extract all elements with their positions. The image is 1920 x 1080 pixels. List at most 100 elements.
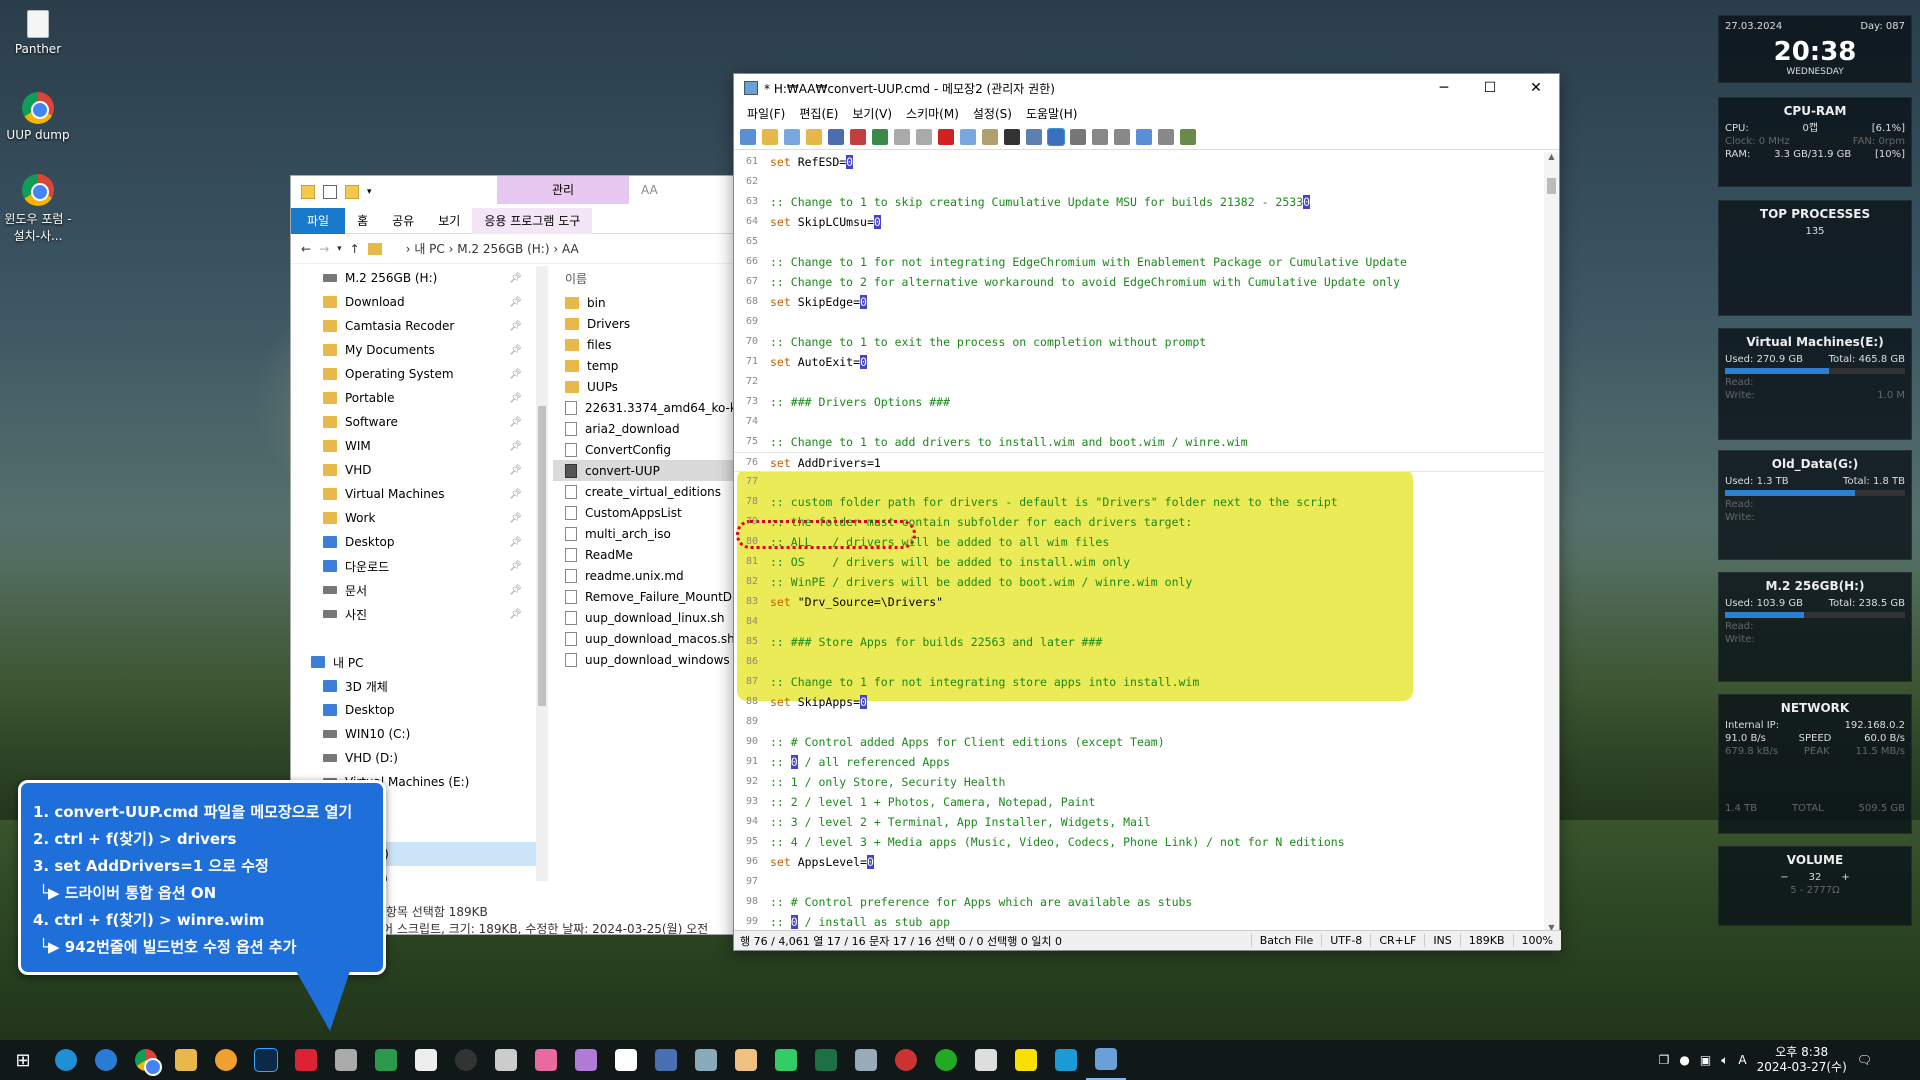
code-line[interactable]: 92:: 1 / only Store, Security Health — [734, 772, 1546, 792]
maximize-button[interactable]: ☐ — [1467, 74, 1513, 102]
code-line[interactable]: 89 — [734, 712, 1546, 732]
taskbar-app-icon[interactable] — [846, 1040, 886, 1080]
save-icon[interactable] — [828, 128, 844, 145]
volume-down-button[interactable]: − — [1780, 871, 1788, 884]
code-line[interactable]: 87:: Change to 1 for not integrating sto… — [734, 672, 1546, 692]
nav-item[interactable]: Download 📌︎ — [291, 290, 536, 314]
properties-icon[interactable] — [323, 185, 337, 199]
file-list-item[interactable]: uup_download_windows — [553, 649, 734, 670]
tab-share[interactable]: 공유 — [380, 212, 426, 229]
close-button[interactable]: ✕ — [1513, 74, 1559, 102]
text-editor[interactable]: 61 set RefESD=0 62 63:: Change to 1 to skip… — [734, 152, 1546, 932]
file-list-item[interactable]: temp — [553, 355, 734, 376]
taskbar-excel-icon[interactable] — [806, 1040, 846, 1080]
nav-item[interactable]: WIM 📌︎ — [291, 434, 536, 458]
file-list-item[interactable]: Remove_Failure_MountDir — [553, 586, 734, 607]
code-line[interactable]: 94:: 3 / level 2 + Terminal, App Install… — [734, 812, 1546, 832]
scheme-icon[interactable] — [1136, 128, 1152, 145]
file-list-item[interactable]: CustomAppsList — [553, 502, 734, 523]
nav-item[interactable]: VHD (D:) — [291, 746, 536, 770]
code-line[interactable]: 66:: Change to 1 for not integrating Edg… — [734, 252, 1546, 272]
desktop-icon-panther[interactable]: Panther — [0, 10, 76, 56]
new-file-icon[interactable] — [740, 128, 756, 145]
code-line[interactable]: 93:: 2 / level 1 + Photos, Camera, Notep… — [734, 792, 1546, 812]
scroll-thumb[interactable] — [538, 406, 546, 706]
editor-scrollbar[interactable]: ▲ ▼ — [1544, 152, 1559, 932]
code-line[interactable]: 67:: Change to 2 for alternative workaro… — [734, 272, 1546, 292]
exit-icon[interactable] — [1180, 128, 1196, 145]
code-line[interactable]: 85:: ### Store Apps for builds 22563 and… — [734, 632, 1546, 652]
taskbar-app-icon[interactable] — [486, 1040, 526, 1080]
tray-icon[interactable]: ● — [1679, 1053, 1689, 1067]
taskbar-app-icon[interactable] — [326, 1040, 366, 1080]
tab-home[interactable]: 홈 — [345, 212, 380, 229]
menu-settings[interactable]: 설정(S) — [966, 105, 1019, 122]
file-list-item[interactable]: uup_download_linux.sh — [553, 607, 734, 628]
code-line[interactable]: 81:: OS / drivers will be added to insta… — [734, 552, 1546, 572]
up-arrow-icon[interactable]: ↑ — [350, 242, 360, 256]
taskbar-app-icon[interactable] — [926, 1040, 966, 1080]
taskbar-app-icon[interactable] — [606, 1040, 646, 1080]
taskbar-edge-icon[interactable] — [46, 1040, 86, 1080]
nav-item[interactable]: 문서 📌︎ — [291, 578, 536, 602]
scroll-thumb[interactable] — [1547, 178, 1556, 194]
scroll-up-icon[interactable]: ▲ — [1544, 152, 1559, 161]
taskbar-app-icon[interactable] — [966, 1040, 1006, 1080]
minimize-button[interactable]: ─ — [1421, 74, 1467, 102]
undo-icon[interactable] — [872, 128, 888, 145]
nav-scrollbar[interactable] — [536, 266, 548, 881]
file-list-item[interactable]: files — [553, 334, 734, 355]
nav-item[interactable]: 다운로드 📌︎ — [291, 554, 536, 578]
file-list-item[interactable]: create_virtual_editions — [553, 481, 734, 502]
code-line[interactable]: 68 set SkipEdge=0 — [734, 292, 1546, 312]
forward-arrow-icon[interactable]: → — [319, 242, 329, 256]
browse-icon[interactable] — [784, 128, 800, 145]
code-line[interactable]: 80:: ALL / drivers will be added to all … — [734, 532, 1546, 552]
taskbar-app-icon[interactable] — [206, 1040, 246, 1080]
paste-icon[interactable] — [982, 128, 998, 145]
back-arrow-icon[interactable]: ← — [301, 242, 311, 256]
code-line[interactable]: 86 — [734, 652, 1546, 672]
taskbar-ie-icon[interactable] — [86, 1040, 126, 1080]
notification-icon[interactable]: 🗨︎ — [1857, 1053, 1872, 1067]
code-line[interactable]: 97 — [734, 872, 1546, 892]
nav-item[interactable]: 내 PC — [291, 650, 536, 674]
code-line[interactable]: 62 — [734, 172, 1546, 192]
file-list-item[interactable]: 22631.3374_amd64_ko-kr — [553, 397, 734, 418]
nav-item[interactable]: Work 📌︎ — [291, 506, 536, 530]
chevron-down-icon[interactable]: ▾ — [367, 187, 372, 197]
nav-item[interactable]: M.2 256GB (H:) 📌︎ — [291, 266, 536, 290]
taskbar-kakaotalk-icon[interactable] — [1006, 1040, 1046, 1080]
volume-up-button[interactable]: + — [1841, 871, 1849, 884]
taskbar-camtasia-icon[interactable] — [406, 1040, 446, 1080]
file-list-item[interactable]: bin — [553, 292, 734, 313]
nav-item[interactable]: Portable 📌︎ — [291, 386, 536, 410]
file-list-item[interactable]: readme.unix.md — [553, 565, 734, 586]
code-line[interactable]: 98:: # Control preference for Apps which… — [734, 892, 1546, 912]
taskbar-app-icon[interactable] — [526, 1040, 566, 1080]
status-zoom[interactable]: 100% — [1512, 934, 1561, 947]
code-line[interactable]: 84 — [734, 612, 1546, 632]
taskbar-app-icon[interactable] — [886, 1040, 926, 1080]
taskbar-app-icon[interactable] — [646, 1040, 686, 1080]
code-line[interactable]: 77 — [734, 472, 1546, 492]
nav-item[interactable]: Desktop 📌︎ — [291, 530, 536, 554]
code-line[interactable]: 74 — [734, 412, 1546, 432]
code-line[interactable]: 65 — [734, 232, 1546, 252]
taskbar-chrome-icon[interactable] — [126, 1040, 166, 1080]
code-line[interactable]: 72 — [734, 372, 1546, 392]
code-line[interactable]: 70:: Change to 1 to exit the process on … — [734, 332, 1546, 352]
code-line[interactable]: 78:: custom folder path for drivers - de… — [734, 492, 1546, 512]
file-list-item[interactable]: UUPs — [553, 376, 734, 397]
code-line[interactable]: 88 set SkipApps=0 — [734, 692, 1546, 712]
nav-item[interactable]: Desktop — [291, 698, 536, 722]
taskbar-app-icon[interactable] — [726, 1040, 766, 1080]
open-folder-icon[interactable] — [806, 128, 822, 145]
code-line[interactable]: 76 set AddDrivers=1 — [734, 452, 1546, 472]
task-view-icon[interactable]: ❐ — [1659, 1053, 1670, 1067]
copy-icon[interactable] — [960, 128, 976, 145]
tab-file[interactable]: 파일 — [291, 207, 346, 234]
status-lexer[interactable]: Batch File — [1250, 934, 1322, 947]
nav-item[interactable]: 사진 📌︎ — [291, 602, 536, 626]
column-header-name[interactable]: 이름 — [553, 266, 734, 292]
